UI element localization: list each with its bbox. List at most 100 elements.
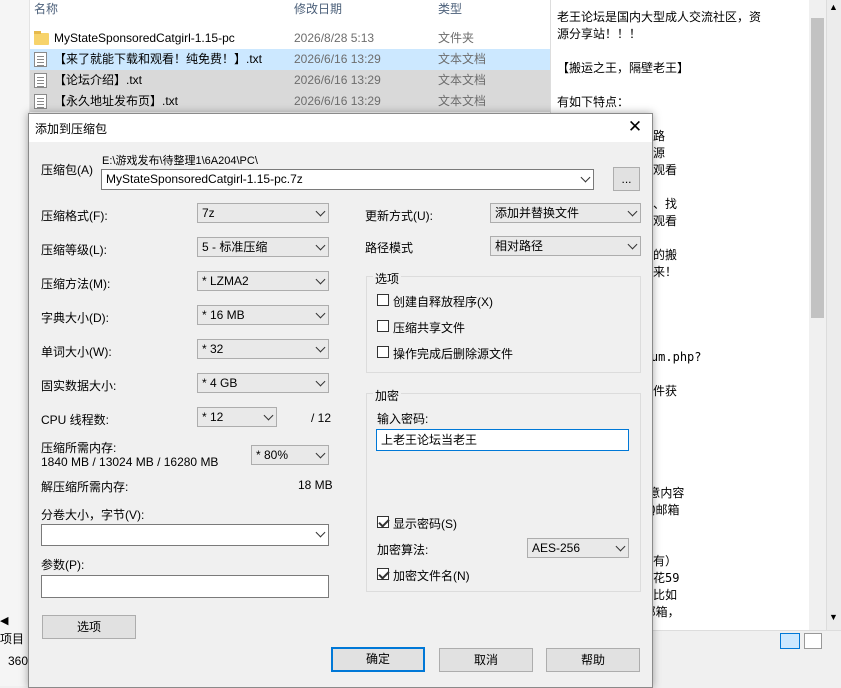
solid-size-select[interactable]: * 4 GB: [197, 373, 329, 393]
archive-name-value: MyStateSponsoredCatgirl-1.15-pc.7z: [106, 172, 303, 186]
chevron-down-icon: [627, 239, 638, 250]
dialog-title: 添加到压缩包: [35, 122, 108, 136]
close-icon[interactable]: ✕: [626, 118, 644, 136]
dict-size-select[interactable]: * 16 MB: [197, 305, 329, 325]
level-select[interactable]: 5 - 标准压缩: [197, 237, 329, 257]
file-name: MyStateSponsoredCatgirl-1.15-pc: [54, 31, 235, 45]
chevron-down-icon: [315, 274, 326, 285]
txt-file-icon: [34, 94, 47, 109]
decompress-memory-label: 解压缩所需内存:: [41, 480, 129, 494]
delete-after-label[interactable]: 操作完成后删除源文件: [393, 345, 513, 362]
encryption-method-select[interactable]: AES-256: [527, 538, 629, 558]
scroll-down-icon[interactable]: ▼: [829, 612, 838, 622]
browse-button[interactable]: ...: [613, 167, 640, 191]
scroll-left-icon[interactable]: ◀: [0, 614, 8, 627]
format-value: 7z: [202, 206, 215, 220]
shared-files-label[interactable]: 压缩共享文件: [393, 319, 465, 336]
chevron-down-icon: [263, 410, 274, 421]
decompress-memory-value: 18 MB: [298, 478, 333, 492]
dict-size-value: * 16 MB: [202, 308, 245, 322]
sfx-checkbox[interactable]: [377, 294, 389, 306]
preview-line: 源分享站！！！: [557, 27, 642, 41]
compress-memory-label: 压缩所需内存:: [41, 441, 117, 455]
file-name: 【来了就能下载和观看！纯免费！】.txt: [54, 52, 263, 66]
params-input[interactable]: [41, 575, 329, 598]
file-date: 2026/8/28 5:13: [294, 31, 375, 45]
memory-percent-select[interactable]: * 80%: [251, 445, 329, 465]
chevron-down-icon: [315, 376, 326, 387]
update-mode-label: 更新方式(U):: [365, 209, 433, 223]
format-select[interactable]: 7z: [197, 203, 329, 223]
details-view-icon[interactable]: [780, 633, 800, 649]
cpu-threads-select[interactable]: * 12: [197, 407, 277, 427]
show-password-label[interactable]: 显示密码(S): [393, 515, 457, 532]
path-mode-value: 相对路径: [495, 239, 544, 253]
options-button[interactable]: 选项: [42, 615, 136, 639]
method-label: 压缩方法(M):: [41, 277, 111, 291]
preview-line: 老王论坛是国内大型成人交流社区，资: [557, 10, 762, 24]
password-input[interactable]: 上老王论坛当老王: [376, 429, 629, 451]
cancel-button[interactable]: 取消: [439, 648, 533, 672]
column-header-type[interactable]: 类型: [438, 0, 462, 20]
method-value: * LZMA2: [202, 274, 249, 288]
chevron-down-icon: [580, 172, 591, 183]
folder-icon: [34, 31, 49, 45]
update-mode-value: 添加并替换文件: [495, 206, 580, 220]
show-password-checkbox[interactable]: [377, 516, 389, 528]
delete-after-checkbox[interactable]: [377, 346, 389, 358]
solid-size-value: * 4 GB: [202, 376, 238, 390]
scrollbar-thumb[interactable]: [811, 18, 824, 318]
large-icons-view-icon[interactable]: [804, 633, 822, 649]
txt-file-icon: [34, 52, 47, 67]
chevron-down-icon: [315, 240, 326, 251]
file-date: 2026/6/16 13:29: [294, 52, 381, 66]
memory-percent-value: * 80%: [256, 448, 289, 462]
chevron-down-icon: [315, 527, 326, 538]
navigation-pane-strip: ◀ 项目 360: [0, 0, 30, 686]
file-row[interactable]: MyStateSponsoredCatgirl-1.15-pc 2026/8/2…: [30, 28, 550, 49]
level-label: 压缩等级(L):: [41, 243, 108, 257]
chevron-down-icon: [315, 342, 326, 353]
file-date: 2026/6/16 13:29: [294, 73, 381, 87]
cpu-threads-value: * 12: [202, 410, 224, 424]
chevron-down-icon: [315, 206, 326, 217]
shared-files-checkbox[interactable]: [377, 320, 389, 332]
window-scrollbar[interactable]: ▲ ▼: [826, 0, 841, 630]
method-select[interactable]: * LZMA2: [197, 271, 329, 291]
file-name: 【永久地址发布页】.txt: [54, 94, 179, 108]
encryption-group-title: 加密: [373, 387, 402, 404]
path-mode-select[interactable]: 相对路径: [490, 236, 641, 256]
encrypt-names-checkbox[interactable]: [377, 568, 389, 580]
column-header-date[interactable]: 修改日期: [294, 0, 342, 20]
column-header-name[interactable]: 名称: [34, 0, 58, 20]
file-row[interactable]: 【论坛介绍】.txt 2026/6/16 13:29 文本文档: [30, 70, 550, 91]
word-size-select[interactable]: * 32: [197, 339, 329, 359]
file-type: 文本文档: [438, 73, 487, 87]
compress-memory-value: 1840 MB / 13024 MB / 16280 MB: [41, 455, 219, 469]
split-size-label: 分卷大小，字节(V):: [41, 508, 145, 522]
update-mode-select[interactable]: 添加并替换文件: [490, 203, 641, 223]
cpu-threads-total: / 12: [311, 411, 332, 425]
chevron-down-icon: [627, 206, 638, 217]
chevron-down-icon: [615, 541, 626, 552]
encryption-method-value: AES-256: [532, 541, 581, 555]
cpu-threads-label: CPU 线程数:: [41, 413, 110, 427]
preview-scrollbar[interactable]: [809, 0, 826, 630]
ok-button[interactable]: 确定: [331, 647, 425, 672]
word-size-value: * 32: [202, 342, 224, 356]
split-size-combo[interactable]: [41, 524, 329, 546]
scroll-up-icon[interactable]: ▲: [829, 2, 838, 12]
password-label: 输入密码:: [377, 412, 429, 426]
params-label: 参数(P):: [41, 558, 85, 572]
archive-path: E:\游戏发布\待整理1\6A204\PC\: [102, 155, 258, 167]
path-mode-label: 路径模式: [365, 241, 414, 255]
file-row[interactable]: 【永久地址发布页】.txt 2026/6/16 13:29 文本文档: [30, 91, 550, 112]
sfx-label[interactable]: 创建自释放程序(X): [393, 293, 493, 310]
file-type: 文件夹: [438, 31, 475, 45]
encrypt-names-label[interactable]: 加密文件名(N): [393, 567, 470, 584]
help-button[interactable]: 帮助: [546, 648, 640, 672]
file-row[interactable]: 【来了就能下载和观看！纯免费！】.txt 2026/6/16 13:29 文本文…: [30, 49, 550, 70]
chevron-down-icon: [315, 448, 326, 459]
archive-name-combo[interactable]: MyStateSponsoredCatgirl-1.15-pc.7z: [101, 169, 594, 190]
size-fragment: 360: [8, 654, 29, 668]
